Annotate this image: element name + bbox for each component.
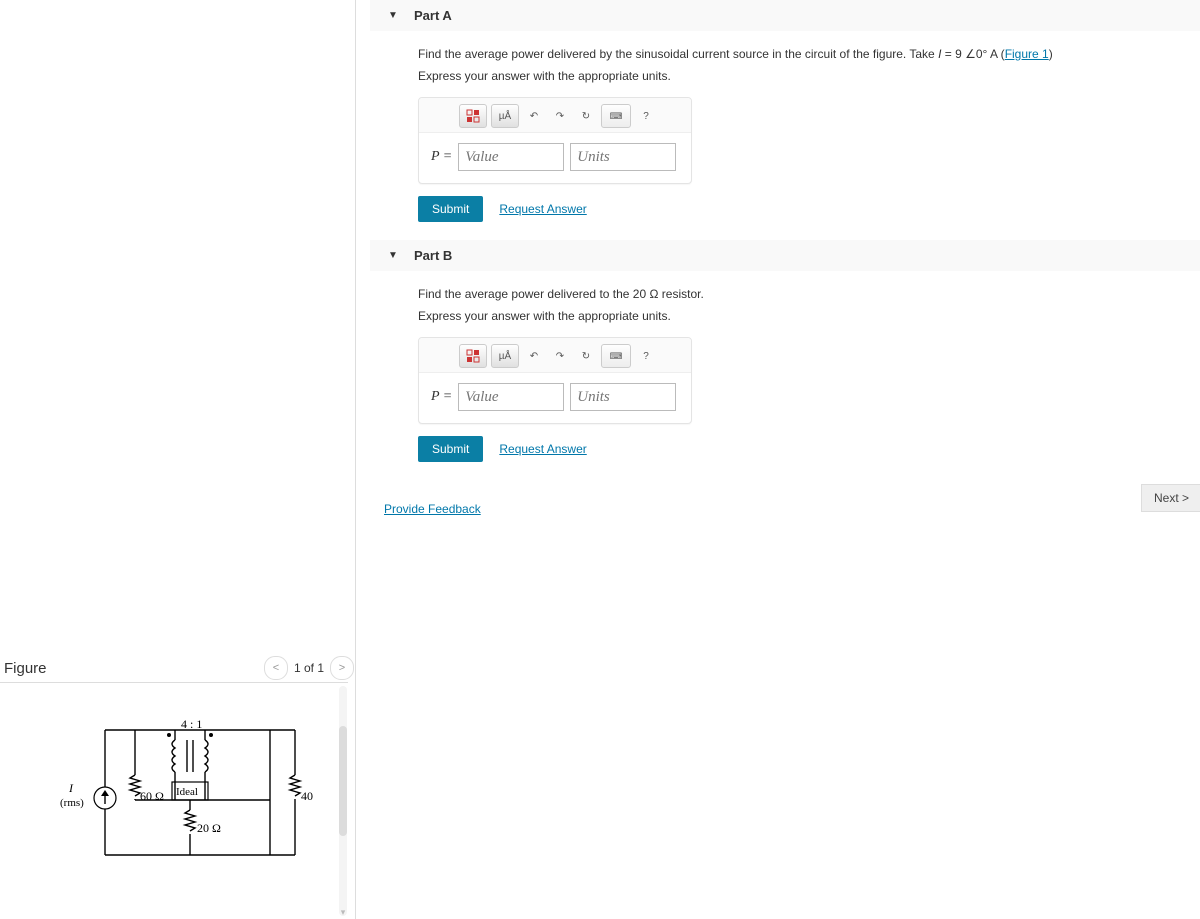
svg-text:4 : 1: 4 : 1 — [181, 720, 202, 731]
figure-circuit: 4 : 1 Ideal I (rms) 60 Ω 20 Ω 40 Ω — [55, 720, 315, 865]
redo-icon[interactable]: ↷ — [549, 345, 571, 367]
partb-value-input[interactable] — [458, 383, 564, 411]
partb-header[interactable]: ▼ Part B — [370, 240, 1200, 271]
parta-request-answer-link[interactable]: Request Answer — [499, 202, 586, 216]
partb-question: Find the average power delivered to the … — [418, 285, 1190, 303]
undo-icon[interactable]: ↶ — [523, 105, 545, 127]
partb-title: Part B — [414, 248, 452, 263]
parta-units-input[interactable] — [570, 143, 676, 171]
partb-answer-panel: µÅ ↶ ↷ ↻ ⌨ ? P = — [418, 337, 692, 424]
parta-title: Part A — [414, 8, 452, 23]
parta-answer-panel: µÅ ↶ ↷ ↻ ⌨ ? P = — [418, 97, 692, 184]
figure-next-button[interactable]: > — [330, 656, 354, 680]
svg-text:20 Ω: 20 Ω — [197, 821, 221, 835]
undo-icon[interactable]: ↶ — [523, 345, 545, 367]
keyboard-icon[interactable]: ⌨ — [601, 104, 631, 128]
symbol-mu-button[interactable]: µÅ — [491, 104, 519, 128]
partb-units-input[interactable] — [570, 383, 676, 411]
scroll-thumb[interactable] — [339, 726, 347, 836]
panel-divider — [355, 0, 356, 919]
parta-hint: Express your answer with the appropriate… — [418, 67, 1190, 85]
partb-lhs-label: P = — [431, 389, 452, 405]
svg-text:I: I — [68, 781, 74, 795]
format-template-icon[interactable] — [459, 344, 487, 368]
partb-submit-button[interactable]: Submit — [418, 436, 483, 462]
symbol-mu-button[interactable]: µÅ — [491, 344, 519, 368]
next-button[interactable]: Next > — [1141, 484, 1200, 512]
parta-question: Find the average power delivered by the … — [418, 45, 1190, 63]
format-template-icon[interactable] — [459, 104, 487, 128]
help-button[interactable]: ? — [635, 345, 657, 367]
parta-value-input[interactable] — [458, 143, 564, 171]
figure-link[interactable]: Figure 1 — [1005, 47, 1049, 61]
redo-icon[interactable]: ↷ — [549, 105, 571, 127]
caret-down-icon: ▼ — [388, 10, 398, 21]
reset-icon[interactable]: ↻ — [575, 345, 597, 367]
figure-page: 1 of 1 — [294, 661, 324, 675]
provide-feedback-link[interactable]: Provide Feedback — [384, 502, 481, 516]
svg-text:(rms): (rms) — [60, 797, 84, 809]
svg-text:Ideal: Ideal — [176, 786, 198, 798]
parta-lhs-label: P = — [431, 149, 452, 165]
figure-title: Figure — [4, 660, 47, 677]
reset-icon[interactable]: ↻ — [575, 105, 597, 127]
partb-request-answer-link[interactable]: Request Answer — [499, 442, 586, 456]
figure-divider — [0, 682, 348, 683]
svg-text:40 Ω: 40 Ω — [301, 789, 315, 803]
svg-text:60 Ω: 60 Ω — [140, 789, 164, 803]
parta-header[interactable]: ▼ Part A — [370, 0, 1200, 31]
partb-hint: Express your answer with the appropriate… — [418, 307, 1190, 325]
caret-down-icon: ▼ — [388, 250, 398, 261]
figure-prev-button[interactable]: < — [264, 656, 288, 680]
help-button[interactable]: ? — [635, 105, 657, 127]
scroll-down-icon[interactable]: ▾ — [338, 907, 348, 918]
parta-submit-button[interactable]: Submit — [418, 196, 483, 222]
figure-scrollbar[interactable] — [339, 686, 347, 916]
keyboard-icon[interactable]: ⌨ — [601, 344, 631, 368]
